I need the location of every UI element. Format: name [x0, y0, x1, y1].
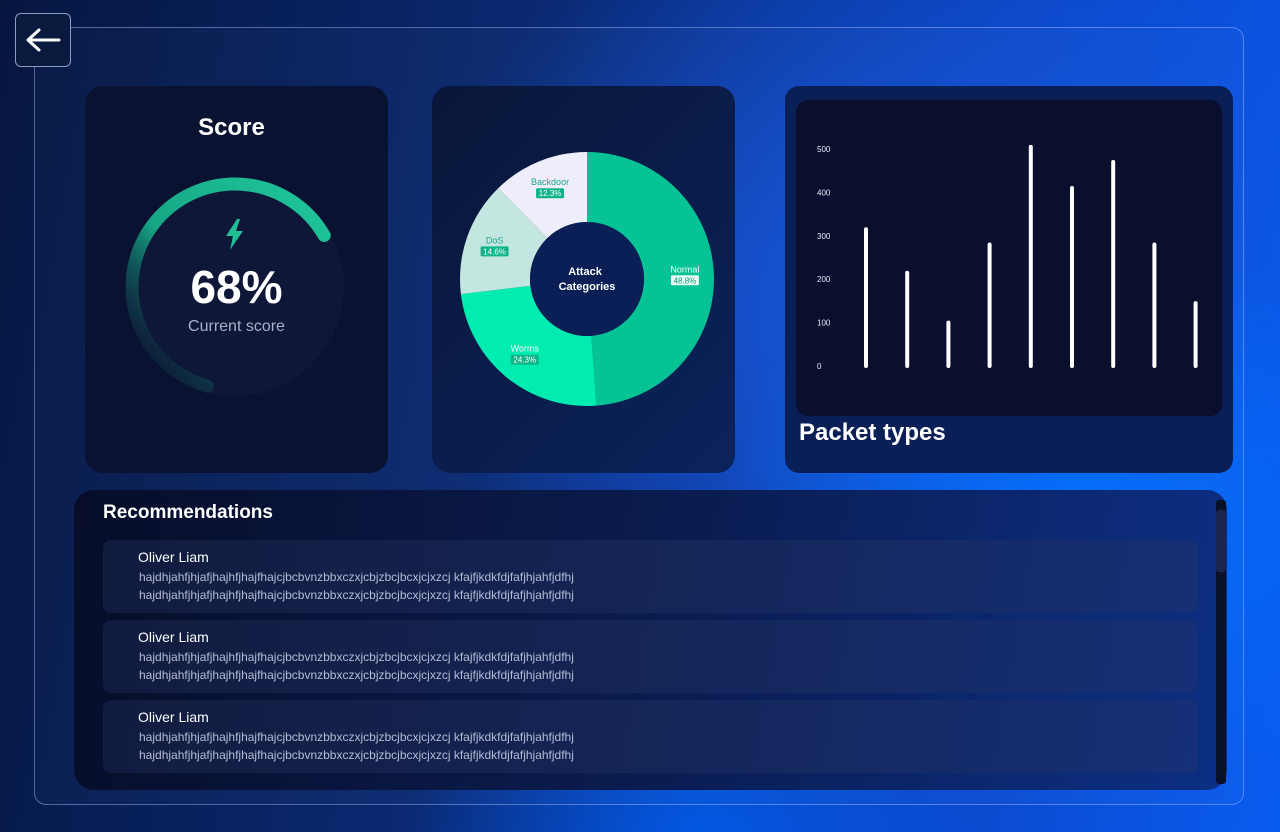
- recommendation-text: hajdhjahfjhjafjhajhfjhajfhajcjbcbvnzbbxc…: [139, 570, 574, 584]
- recommendations-title: Recommendations: [103, 502, 273, 523]
- recommendation-text: hajdhjahfjhjafjhajhfjhajfhajcjbcbvnzbbxc…: [139, 668, 574, 682]
- slice-percent: 12.3%: [539, 189, 562, 198]
- slice-percent: 48.8%: [674, 276, 697, 285]
- recommendation-author: Oliver Liam: [138, 709, 209, 725]
- y-tick-label: 400: [817, 188, 831, 197]
- slice-label: Worms: [511, 344, 540, 354]
- donut-hole: [530, 222, 644, 336]
- packet-types-bar-chart: 0 100 200 300 400 500: [817, 144, 1198, 371]
- score-caption: Current score: [188, 318, 285, 335]
- recommendation-text: hajdhjahfjhjafjhajhfjhajfhajcjbcbvnzbbxc…: [139, 588, 574, 602]
- y-tick-label: 100: [817, 319, 831, 328]
- score-value: 68%: [190, 261, 283, 313]
- recommendation-text: hajdhjahfjhjafjhajhfjhajfhajcjbcbvnzbbxc…: [139, 730, 574, 744]
- slice-label: Backdoor: [531, 177, 569, 187]
- slice-label: Normal: [670, 264, 699, 274]
- recommendation-author: Oliver Liam: [138, 629, 209, 645]
- arrow-left-icon: [26, 28, 61, 52]
- slice-percent: 24.3%: [513, 356, 536, 365]
- slice-label: DoS: [486, 235, 504, 245]
- recommendation-item[interactable]: Oliver Liam hajdhjahfjhjafjhajhfjhajfhaj…: [103, 620, 1198, 693]
- slice-percent: 14.6%: [483, 247, 506, 256]
- scrollbar-thumb[interactable]: [1216, 510, 1226, 572]
- donut-center-line1: Attack: [568, 266, 603, 278]
- back-button[interactable]: [15, 13, 71, 67]
- score-title: Score: [198, 114, 265, 141]
- recommendation-author: Oliver Liam: [138, 549, 209, 565]
- recommendation-text: hajdhjahfjhjafjhajhfjhajfhajcjbcbvnzbbxc…: [139, 748, 574, 762]
- packet-types-title: Packet types: [799, 419, 946, 446]
- recommendation-item[interactable]: Oliver Liam hajdhjahfjhjafjhajhfjhajfhaj…: [103, 540, 1198, 613]
- recommendation-item[interactable]: Oliver Liam hajdhjahfjhjafjhajhfjhajfhaj…: [103, 700, 1198, 773]
- y-tick-label: 0: [817, 362, 822, 371]
- recommendation-text: hajdhjahfjhjafjhajhfjhajfhajcjbcbvnzbbxc…: [139, 650, 574, 664]
- attack-categories-donut: Attack Categories Normal 48.8% Worms 24.3% D…: [460, 152, 715, 406]
- recommendations-scrollbar[interactable]: [1216, 500, 1226, 784]
- y-tick-label: 200: [817, 275, 831, 284]
- y-tick-label: 300: [817, 232, 831, 241]
- donut-center-line2: Categories: [559, 281, 616, 293]
- y-tick-label: 500: [817, 145, 831, 154]
